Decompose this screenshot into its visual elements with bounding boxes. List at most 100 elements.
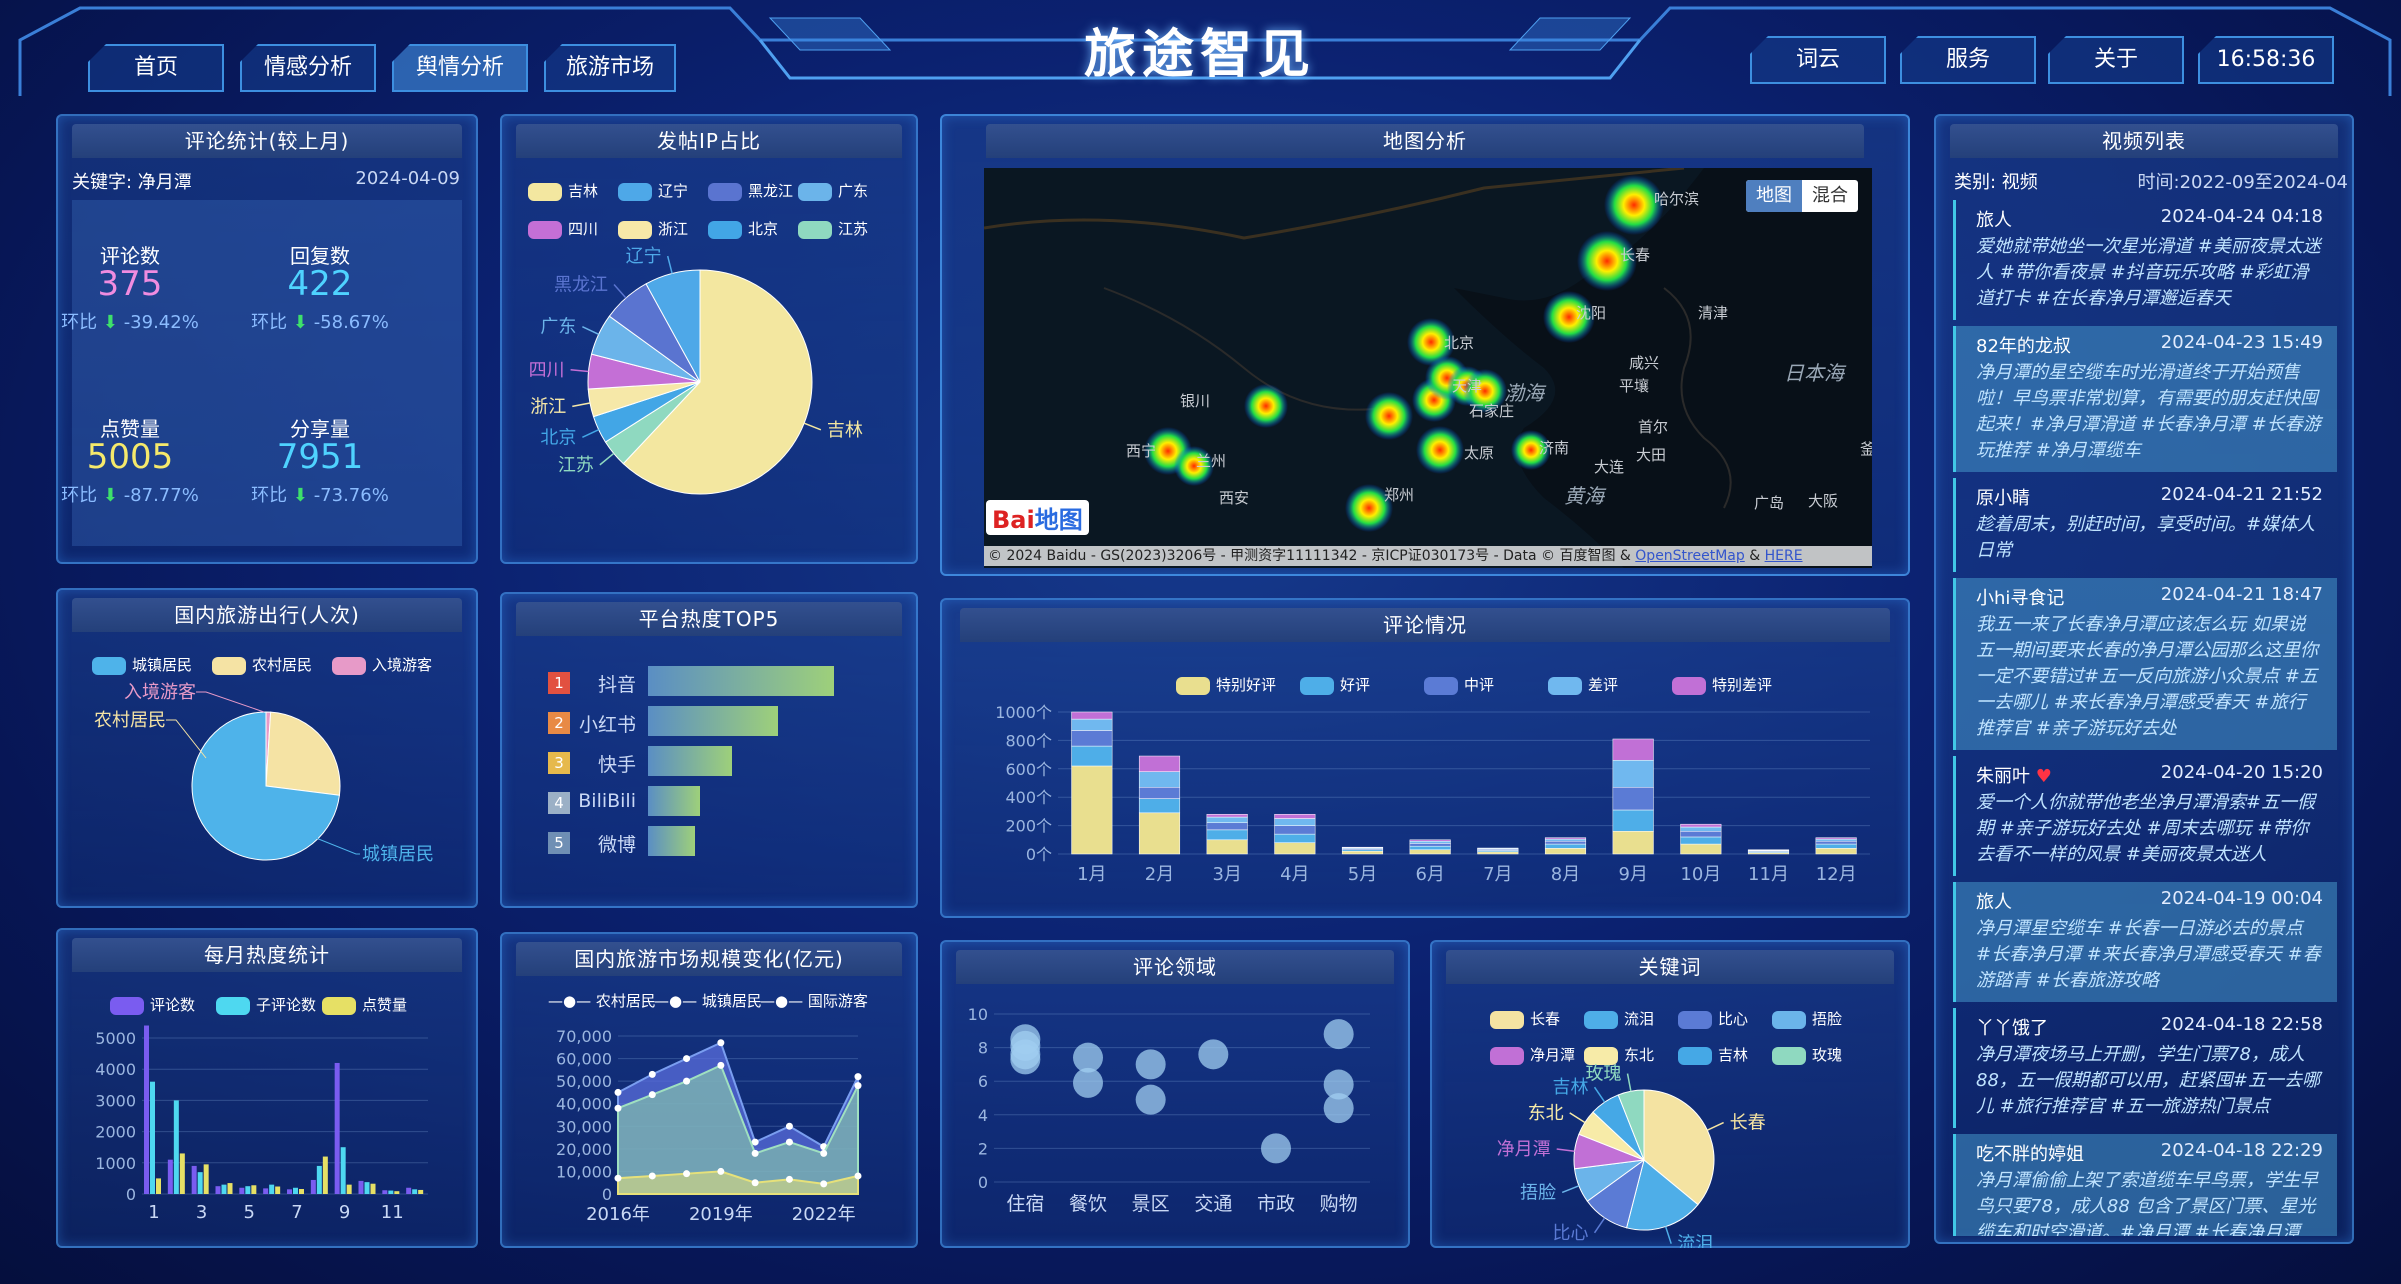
- video-item[interactable]: 朱丽叶 ♥ 2024-04-20 15:20 爱一个人你就带他老坐净月潭滑索#五一假…: [1953, 756, 2337, 876]
- scatter-point: [1135, 1084, 1166, 1115]
- here-link[interactable]: HERE: [1765, 548, 1803, 564]
- pie-label: 浙江: [530, 396, 566, 417]
- bar-segment: [1274, 833, 1316, 843]
- x-tick-label: 8月: [1551, 864, 1580, 885]
- clock: 16:58:36: [2198, 36, 2334, 84]
- rank-badge: 3: [548, 752, 570, 774]
- x-tick-label: 3月: [1212, 864, 1241, 885]
- ip-pie-chart: 吉林江苏 北京 浙江 四川 广东 黑龙江辽宁: [529, 246, 863, 495]
- pie-label-line: [1707, 1121, 1724, 1131]
- pie-label: 长春: [1730, 1113, 1766, 1134]
- data-point: [683, 1170, 691, 1178]
- bar: [173, 1100, 179, 1194]
- nav-tourism-market[interactable]: 旅游市场: [544, 44, 676, 92]
- pie-label-line: [582, 325, 599, 335]
- platform-bar: [648, 786, 701, 816]
- rank-badge: 5: [548, 832, 570, 854]
- y-tick-label: 600个: [1005, 760, 1052, 779]
- video-item[interactable]: 旅人 2024-04-24 04:18 爱她就带她坐一次星光滑道 #美丽夜景太迷人 …: [1953, 200, 2337, 320]
- map-view[interactable]: 北京渤海黄海日本海天津石家庄济南太原西安 郑州银川兰州西宁大连平壤首尔清津咸兴大田…: [984, 168, 1872, 568]
- bar-segment: [1477, 851, 1519, 855]
- video-item[interactable]: 原小睛 2024-04-21 21:52 趁着周末，别赶时间，享受时间。#媒体人日常: [1953, 478, 2337, 572]
- pie-label: 四川: [529, 360, 565, 381]
- pie-label: 吉林: [827, 420, 863, 441]
- bar: [316, 1165, 322, 1194]
- video-item[interactable]: 丫丫饿了 2024-04-18 22:58 净月潭夜场马上开删，学生门票78，成人8…: [1953, 1008, 2337, 1128]
- x-tick-label: 2月: [1145, 864, 1174, 885]
- platform-name: 抖音: [597, 674, 636, 696]
- bar: [221, 1184, 227, 1194]
- bar: [406, 1187, 412, 1194]
- x-tick-label: 2022年: [792, 1204, 856, 1225]
- data-point: [751, 1149, 759, 1157]
- video-time: 2024-04-18 22:29: [2160, 1140, 2323, 1161]
- bar-segment: [1274, 825, 1316, 835]
- pie-label-line: [572, 402, 591, 408]
- pie-label: 黑龙江: [554, 274, 608, 295]
- y-tick-label: 4000: [95, 1060, 136, 1079]
- osm-link[interactable]: OpenStreetMap: [1635, 548, 1744, 564]
- data-point: [820, 1149, 828, 1157]
- nav-about[interactable]: 关于: [2048, 36, 2184, 84]
- bar-segment: [1612, 809, 1654, 832]
- y-tick-label: 50,000: [556, 1072, 612, 1091]
- video-text: 净月潭星空缆车 #长春一日游必去的景点 #长春净月潭 #来长春净月潭感受春天 #…: [1976, 918, 2321, 991]
- pie-label-line: [1569, 1112, 1586, 1124]
- video-list[interactable]: 旅人 2024-04-24 04:18 爱她就带她坐一次星光滑道 #美丽夜景太迷人 …: [1953, 200, 2337, 1236]
- video-time: 2024-04-21 18:47: [2160, 584, 2323, 605]
- map-place-label: 北京: [1444, 334, 1474, 352]
- video-item[interactable]: 旅人 2024-04-19 00:04 净月潭星空缆车 #长春一日游必去的景点 #长…: [1953, 882, 2337, 1002]
- stat-change-value: -39.42%: [123, 312, 199, 333]
- video-item[interactable]: 82年的龙叔 2024-04-23 15:49 净月潭的星空缆车时光滑道终于开始预售…: [1953, 326, 2337, 472]
- video-item[interactable]: 吃不胖的婷姐 2024-04-18 22:29 净月潭偷偷上架了索道缆车早鸟票，学生…: [1953, 1134, 2337, 1236]
- y-tick-label: 800个: [1005, 731, 1052, 750]
- heat-bar-chart: 5000 4000 3000 2000 1000 01 3 5 7 9 11: [95, 1025, 428, 1223]
- map-place-label: 西安: [1219, 489, 1249, 507]
- data-point: [751, 1179, 759, 1187]
- nav-wordcloud[interactable]: 词云: [1750, 36, 1886, 84]
- x-tick-label: 市政: [1257, 1193, 1295, 1215]
- bar-segment: [1206, 829, 1248, 841]
- bar: [203, 1164, 209, 1194]
- bar-segment: [1341, 846, 1384, 849]
- pie-label-line: [196, 691, 265, 713]
- pie-label: 广东: [540, 317, 576, 338]
- nav-home[interactable]: 首页: [88, 44, 224, 92]
- down-arrow-icon: ⬇: [287, 312, 314, 333]
- nav-sentiment[interactable]: 情感分析: [240, 44, 376, 92]
- hybrid-mode-button[interactable]: 混合: [1802, 180, 1858, 212]
- y-tick-label: 40,000: [556, 1095, 612, 1114]
- bar: [144, 1025, 149, 1194]
- bar-segment: [1138, 798, 1181, 814]
- platform-bar: [648, 666, 834, 696]
- data-point: [717, 1061, 725, 1069]
- map-place-label: 济南: [1539, 439, 1569, 457]
- x-tick-label: 交通: [1194, 1193, 1232, 1215]
- nav-service[interactable]: 服务: [1900, 36, 2036, 84]
- bar-segment: [1680, 823, 1722, 828]
- map-place-label: 沈阳: [1576, 304, 1606, 322]
- map-mode-button[interactable]: 地图: [1746, 180, 1802, 212]
- bar: [418, 1189, 424, 1194]
- bar-segment: [1138, 771, 1181, 788]
- stat-change-label: 环比: [251, 312, 288, 333]
- bar-segment: [1544, 843, 1587, 849]
- x-tick-label: 4月: [1280, 864, 1309, 885]
- map-place-label: 咸兴: [1629, 354, 1659, 372]
- video-text: 趁着周末，别赶时间，享受时间。#媒体人日常: [1976, 514, 2316, 561]
- bar: [245, 1186, 251, 1194]
- bar-segment: [1612, 787, 1654, 811]
- bar: [275, 1186, 281, 1194]
- video-item[interactable]: 小hi寻食记 2024-04-21 18:47 我五一来了长春净月潭应该怎么玩 如果…: [1953, 578, 2337, 750]
- pie-label: 入境游客: [124, 682, 196, 703]
- map-copyright: © 2024 Baidu - GS(2023)3206号 - 甲测资字11111…: [984, 546, 1872, 566]
- heat-point: [1244, 384, 1288, 428]
- copyright-amp: &: [1744, 548, 1765, 564]
- map-place-label: 大阪: [1808, 492, 1838, 510]
- bar-segment: [1544, 837, 1587, 840]
- data-point: [854, 1082, 862, 1090]
- data-point: [717, 1039, 725, 1047]
- nav-public-opinion[interactable]: 舆情分析: [392, 44, 528, 92]
- bar-segment: [1341, 850, 1384, 855]
- pie-label: 江苏: [558, 455, 594, 476]
